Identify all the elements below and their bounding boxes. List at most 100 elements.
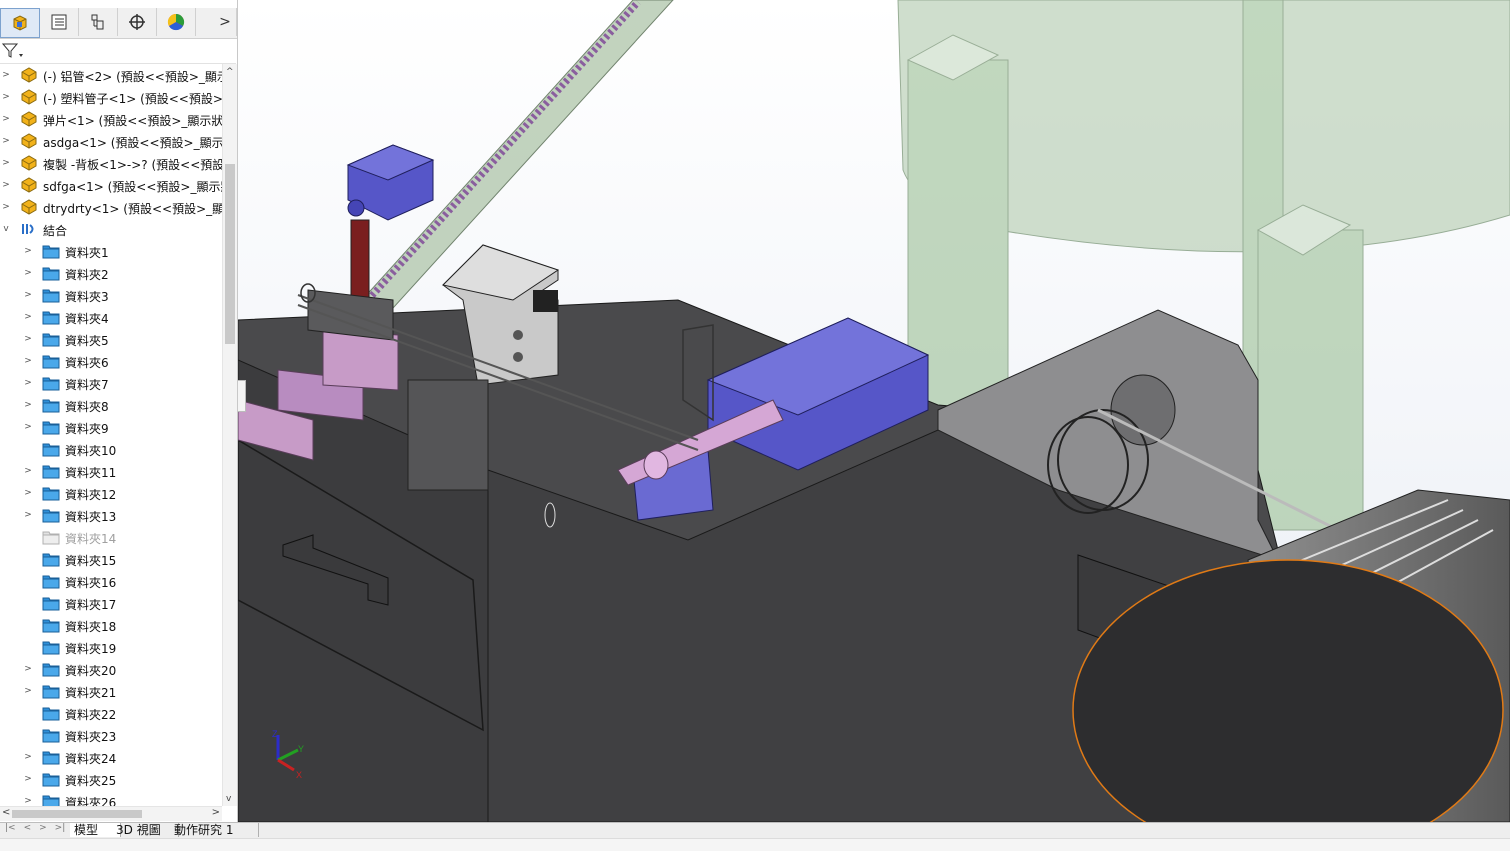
- tab-nav-arrow[interactable]: >: [36, 823, 50, 837]
- vertical-scrollbar[interactable]: ^ v: [222, 64, 237, 806]
- tree-folder-item[interactable]: > 資料夾6: [0, 350, 222, 372]
- expand-icon[interactable]: >: [2, 114, 10, 124]
- mates-icon: [20, 221, 38, 237]
- panel-collapse-handle[interactable]: [238, 380, 246, 412]
- tree-item-label: 資料夾1: [65, 246, 109, 260]
- expand-icon[interactable]: >: [24, 268, 32, 278]
- tab-nav-arrow[interactable]: >|: [52, 823, 69, 837]
- tree-folder-item[interactable]: > 資料夾26: [0, 790, 222, 806]
- tree-folder-item[interactable]: 資料夾22: [0, 702, 222, 724]
- tree-folder-item[interactable]: > 資料夾25: [0, 768, 222, 790]
- scroll-up-icon[interactable]: ^: [226, 67, 234, 77]
- part-icon: [20, 199, 38, 215]
- expand-icon[interactable]: >: [2, 92, 10, 102]
- appearance-icon: [167, 13, 185, 31]
- tree-item-label: 資料夾23: [65, 730, 117, 744]
- model-tab[interactable]: 3D 視圖: [112, 823, 179, 837]
- expand-icon[interactable]: >: [24, 378, 32, 388]
- tree-folder-item[interactable]: > 資料夾5: [0, 328, 222, 350]
- tree-component-item[interactable]: > asdga<1> (預設<<預設>_顯示狀: [0, 130, 222, 152]
- horizontal-scroll-thumb[interactable]: [12, 810, 142, 818]
- expand-icon[interactable]: >: [24, 686, 32, 696]
- expand-icon[interactable]: >: [2, 202, 10, 212]
- scroll-down-icon[interactable]: v: [226, 794, 231, 804]
- triad-y-label: Y: [298, 744, 304, 754]
- expand-icon[interactable]: >: [24, 664, 32, 674]
- tree-folder-item[interactable]: > 資料夾11: [0, 460, 222, 482]
- tree-folder-item[interactable]: 資料夾10: [0, 438, 222, 460]
- tree-component-item[interactable]: > dtrydrty<1> (預設<<預設>_顯示: [0, 196, 222, 218]
- tree-folder-item[interactable]: > 資料夾21: [0, 680, 222, 702]
- tree-folder-item[interactable]: > 資料夾9: [0, 416, 222, 438]
- expand-icon[interactable]: >: [24, 246, 32, 256]
- tree-folder-item[interactable]: > 資料夾20: [0, 658, 222, 680]
- tree-component-item[interactable]: > 弹片<1> (預設<<預設>_顯示狀態: [0, 108, 222, 130]
- tree-folder-item[interactable]: > 資料夾13: [0, 504, 222, 526]
- expand-icon[interactable]: >: [24, 510, 32, 520]
- tree-folder-item[interactable]: > 資料夾7: [0, 372, 222, 394]
- expand-icon[interactable]: >: [24, 752, 32, 762]
- tree-mates-item[interactable]: v 結合: [0, 218, 222, 240]
- part-icon: [20, 67, 38, 83]
- tree-item-label: 弹片<1> (預設<<預設>_顯示狀態: [43, 114, 222, 128]
- expand-icon[interactable]: >: [24, 290, 32, 300]
- display-manager-tab[interactable]: [157, 8, 196, 36]
- folder-icon: [42, 353, 60, 369]
- expand-icon[interactable]: >: [2, 70, 10, 80]
- expand-icon[interactable]: >: [24, 400, 32, 410]
- tree-folder-item[interactable]: > 資料夾4: [0, 306, 222, 328]
- more-tabs-button[interactable]: >: [214, 8, 237, 36]
- graphics-area[interactable]: Z Y X: [238, 0, 1510, 822]
- tree-folder-item[interactable]: > 資料夾12: [0, 482, 222, 504]
- expand-icon[interactable]: >: [24, 312, 32, 322]
- expand-icon[interactable]: >: [24, 488, 32, 498]
- expand-icon[interactable]: >: [2, 158, 10, 168]
- assembly-3d-model[interactable]: Z Y X: [238, 0, 1510, 822]
- configurationmanager-tab[interactable]: [79, 8, 118, 36]
- assembly-tree-icon: [13, 15, 27, 31]
- tree-component-item[interactable]: > 複製 -背板<1>->? (預設<<預設: [0, 152, 222, 174]
- horizontal-scrollbar[interactable]: < >: [0, 806, 222, 821]
- scroll-left-icon[interactable]: <: [2, 807, 10, 818]
- tree-folder-item[interactable]: > 資料夾2: [0, 262, 222, 284]
- expand-icon[interactable]: >: [24, 774, 32, 784]
- expand-icon[interactable]: >: [24, 422, 32, 432]
- tree-component-item[interactable]: > (-) 塑料管子<1> (預設<<預設>_: [0, 86, 222, 108]
- tree-component-item[interactable]: > sdfga<1> (預設<<預設>_顯示狀: [0, 174, 222, 196]
- tree-folder-item[interactable]: 資料夾14: [0, 526, 222, 548]
- tree-folder-item[interactable]: 資料夾15: [0, 548, 222, 570]
- tree-folder-item[interactable]: 資料夾19: [0, 636, 222, 658]
- collapse-icon[interactable]: v: [2, 224, 10, 234]
- tree-folder-item[interactable]: > 資料夾24: [0, 746, 222, 768]
- tree-folder-item[interactable]: 資料夾17: [0, 592, 222, 614]
- command-strip: [0, 838, 1510, 851]
- propertymanager-tab[interactable]: [40, 8, 79, 36]
- tab-nav-arrow[interactable]: |<: [2, 823, 19, 837]
- feature-manager-panel: > > (-) 铝管<2> (預設<<預設>_顯示 > (-) 塑料管子<1> (預設…: [0, 0, 238, 822]
- expand-icon[interactable]: >: [24, 356, 32, 366]
- tree-folder-item[interactable]: 資料夾18: [0, 614, 222, 636]
- expand-icon[interactable]: >: [2, 136, 10, 146]
- featuremanager-tab[interactable]: [0, 8, 40, 38]
- tree-item-label: 資料夾15: [65, 554, 117, 568]
- tree-filter[interactable]: [0, 39, 236, 64]
- scroll-right-icon[interactable]: >: [212, 807, 220, 818]
- tab-nav-arrow[interactable]: <: [21, 823, 35, 837]
- tab-nav-arrows[interactable]: |< < > >|: [2, 823, 68, 837]
- model-tab-bar: |< < > >| 模型 3D 視圖 動作研究 1: [0, 822, 1510, 838]
- dimxpert-tab[interactable]: [118, 8, 157, 36]
- vertical-scroll-thumb[interactable]: [225, 164, 235, 344]
- model-tab[interactable]: 動作研究 1: [170, 823, 259, 837]
- expand-icon[interactable]: >: [2, 180, 10, 190]
- tree-folder-item[interactable]: > 資料夾3: [0, 284, 222, 306]
- tree-folder-item[interactable]: > 資料夾1: [0, 240, 222, 262]
- expand-icon[interactable]: >: [24, 796, 32, 806]
- tree-folder-item[interactable]: > 資料夾8: [0, 394, 222, 416]
- expand-icon[interactable]: >: [24, 466, 32, 476]
- tree-item-label: 資料夾21: [65, 686, 117, 700]
- tree-folder-item[interactable]: 資料夾23: [0, 724, 222, 746]
- tree-component-item[interactable]: > (-) 铝管<2> (預設<<預設>_顯示: [0, 64, 222, 86]
- part-icon: [20, 133, 38, 149]
- expand-icon[interactable]: >: [24, 334, 32, 344]
- tree-folder-item[interactable]: 資料夾16: [0, 570, 222, 592]
